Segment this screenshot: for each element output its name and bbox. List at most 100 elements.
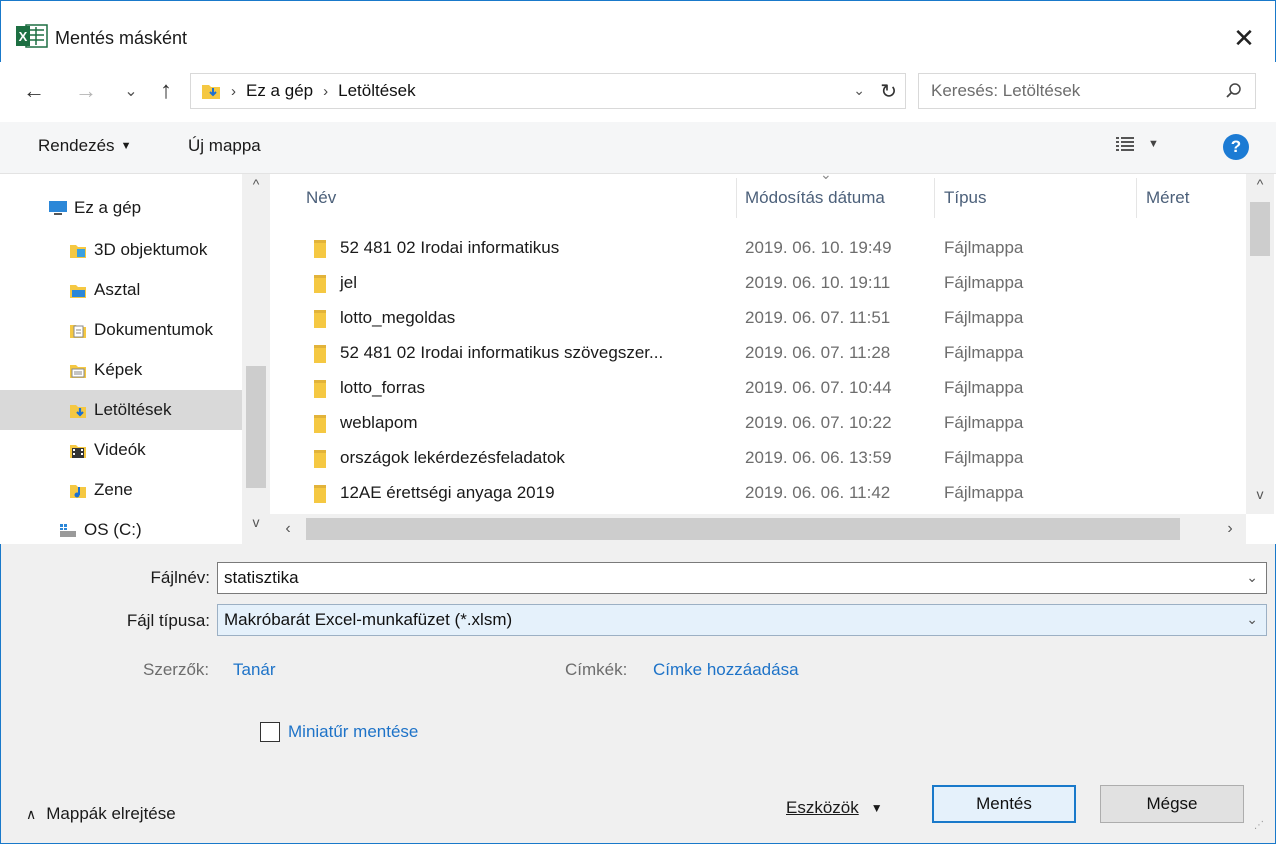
chevron-down-icon[interactable]: ⌄	[1246, 611, 1258, 628]
column-header-size[interactable]: Méret	[1146, 188, 1189, 208]
scroll-down-icon[interactable]: v	[1246, 486, 1274, 510]
caret-down-icon: ▼	[120, 140, 132, 152]
save-thumbnail-label[interactable]: Miniatűr mentése	[288, 722, 418, 742]
cancel-button[interactable]: Mégse	[1100, 785, 1244, 823]
drive-icon	[60, 524, 76, 537]
scroll-left-icon[interactable]: ‹	[276, 516, 300, 542]
filename-input[interactable]	[218, 568, 1266, 588]
help-icon: ?	[1230, 137, 1242, 156]
vertical-scrollbar-thumb[interactable]	[1250, 202, 1270, 256]
horizontal-scrollbar-thumb[interactable]	[306, 518, 1180, 540]
file-row[interactable]: lotto_forras 2019. 06. 07. 10:44 Fájlmappa	[284, 370, 1244, 406]
sidebar-item-os-drive[interactable]: OS (C:)	[0, 510, 242, 544]
new-folder-button[interactable]: Új mappa	[188, 136, 261, 156]
sidebar-item-music[interactable]: Zene	[0, 470, 242, 510]
sort-indicator-icon: ⌄	[820, 166, 832, 182]
filetype-select[interactable]: Makróbarát Excel-munkafüzet (*.xlsm) ⌄	[217, 604, 1267, 636]
column-divider[interactable]	[934, 178, 935, 218]
file-row[interactable]: 12AE érettségi anyaga 2019 2019. 06. 06. …	[284, 475, 1244, 511]
refresh-icon[interactable]: ↻	[880, 79, 897, 104]
address-bar[interactable]: › Ez a gép › Letöltések ⌄ ↻	[190, 73, 906, 109]
file-type: Fájlmappa	[944, 273, 1024, 292]
search-input[interactable]	[919, 81, 1209, 101]
organize-label: Rendezés	[38, 136, 115, 155]
chevron-down-icon[interactable]: ⌄	[1246, 569, 1258, 586]
save-thumbnail-checkbox[interactable]	[260, 722, 280, 742]
breadcrumb-separator: ›	[231, 82, 236, 100]
folder-icon	[314, 415, 326, 433]
scroll-down-icon[interactable]: v	[242, 514, 270, 538]
scroll-right-icon[interactable]: ›	[1218, 516, 1242, 542]
search-icon[interactable]	[1225, 82, 1243, 100]
file-type: Fájlmappa	[944, 413, 1024, 432]
file-date: 2019. 06. 07. 10:22	[745, 413, 892, 432]
up-button[interactable]: ↑	[150, 74, 182, 108]
close-icon: ✕	[1233, 22, 1255, 53]
close-button[interactable]: ✕	[1222, 18, 1266, 58]
caret-down-icon: ▼	[870, 801, 883, 815]
sidebar-item-downloads[interactable]: Letöltések	[0, 390, 242, 430]
save-button[interactable]: Mentés	[932, 785, 1076, 823]
tools-label: Eszközök	[786, 798, 859, 817]
file-type: Fájlmappa	[944, 238, 1024, 257]
column-divider[interactable]	[1136, 178, 1137, 218]
sidebar-item-documents[interactable]: Dokumentumok	[0, 310, 242, 350]
filename-label: Fájlnév:	[150, 568, 210, 587]
sidebar-item-3d-objects[interactable]: 3D objektumok	[0, 230, 242, 270]
file-row[interactable]: országok lekérdezésfeladatok 2019. 06. 06…	[284, 440, 1244, 476]
forward-button[interactable]: →	[70, 74, 102, 108]
file-row[interactable]: 52 481 02 Irodai informatikus szövegszer…	[284, 335, 1244, 371]
add-tag-link[interactable]: Címke hozzáadása	[653, 660, 799, 680]
column-divider[interactable]	[736, 178, 737, 218]
sidebar-item-videos[interactable]: Videók	[0, 430, 242, 470]
resize-grip-icon[interactable]: ⋰	[1254, 820, 1264, 831]
sidebar-item-label: Képek	[94, 360, 143, 379]
file-type: Fájlmappa	[944, 343, 1024, 362]
music-icon	[70, 485, 86, 498]
folder-icon	[314, 380, 326, 398]
arrow-up-icon: ↑	[160, 77, 172, 104]
file-row[interactable]: lotto_megoldas 2019. 06. 07. 11:51 Fájlmap…	[284, 300, 1244, 336]
breadcrumb-this-pc[interactable]: Ez a gép	[246, 81, 313, 101]
filetype-label: Fájl típusa:	[126, 611, 210, 630]
change-view-button[interactable]: ▼	[1116, 136, 1159, 152]
filename-field[interactable]: ⌄	[217, 562, 1267, 594]
search-box[interactable]	[918, 73, 1256, 109]
address-dropdown-icon[interactable]: ⌄	[853, 82, 865, 99]
hide-folders-label: Mappák elrejtése	[46, 804, 176, 823]
sidebar-item-this-pc[interactable]: Ez a gép	[0, 188, 242, 228]
navigation-scrollbar[interactable]	[242, 174, 270, 544]
recent-locations-button[interactable]: ⌄	[118, 74, 144, 108]
file-row[interactable]: weblapom 2019. 06. 07. 10:22 Fájlmappa	[284, 405, 1244, 441]
file-name: weblapom	[340, 413, 418, 432]
help-button[interactable]: ?	[1223, 134, 1249, 160]
organize-button[interactable]: Rendezés ▼	[38, 136, 131, 156]
sidebar-item-label: Ez a gép	[74, 198, 142, 217]
title-bar	[0, 0, 1276, 62]
breadcrumb-downloads[interactable]: Letöltések	[338, 81, 416, 101]
scroll-up-icon[interactable]: ^	[1246, 176, 1274, 200]
file-name: 12AE érettségi anyaga 2019	[340, 483, 555, 502]
hide-folders-button[interactable]: ∧ Mappák elrejtése	[26, 804, 176, 824]
folder-icon	[314, 450, 326, 468]
authors-value[interactable]: Tanár	[233, 660, 276, 680]
file-row[interactable]: jel 2019. 06. 10. 19:11 Fájlmappa	[284, 265, 1244, 301]
chevron-down-icon: ⌄	[124, 83, 138, 100]
column-header-type[interactable]: Típus	[944, 188, 987, 208]
tags-label: Címkék:	[565, 660, 628, 679]
computer-icon	[49, 201, 67, 215]
filetype-value: Makróbarát Excel-munkafüzet (*.xlsm)	[224, 610, 513, 629]
column-header-name[interactable]: Név	[306, 188, 336, 208]
tools-button[interactable]: Eszközök ▼	[786, 798, 883, 818]
column-header-date[interactable]: Módosítás dátuma	[745, 188, 885, 208]
back-button[interactable]: ←	[18, 74, 50, 108]
sidebar-item-desktop[interactable]: Asztal	[0, 270, 242, 310]
arrow-right-icon: →	[75, 78, 97, 103]
file-date: 2019. 06. 07. 11:28	[745, 343, 891, 362]
scroll-up-icon[interactable]: ^	[242, 176, 270, 200]
file-type: Fájlmappa	[944, 308, 1024, 327]
file-row[interactable]: 52 481 02 Irodai informatikus 2019. 06. 1…	[284, 230, 1244, 266]
file-date: 2019. 06. 10. 19:49	[745, 238, 892, 257]
navigation-scrollbar-thumb[interactable]	[246, 366, 266, 488]
sidebar-item-pictures[interactable]: Képek	[0, 350, 242, 390]
